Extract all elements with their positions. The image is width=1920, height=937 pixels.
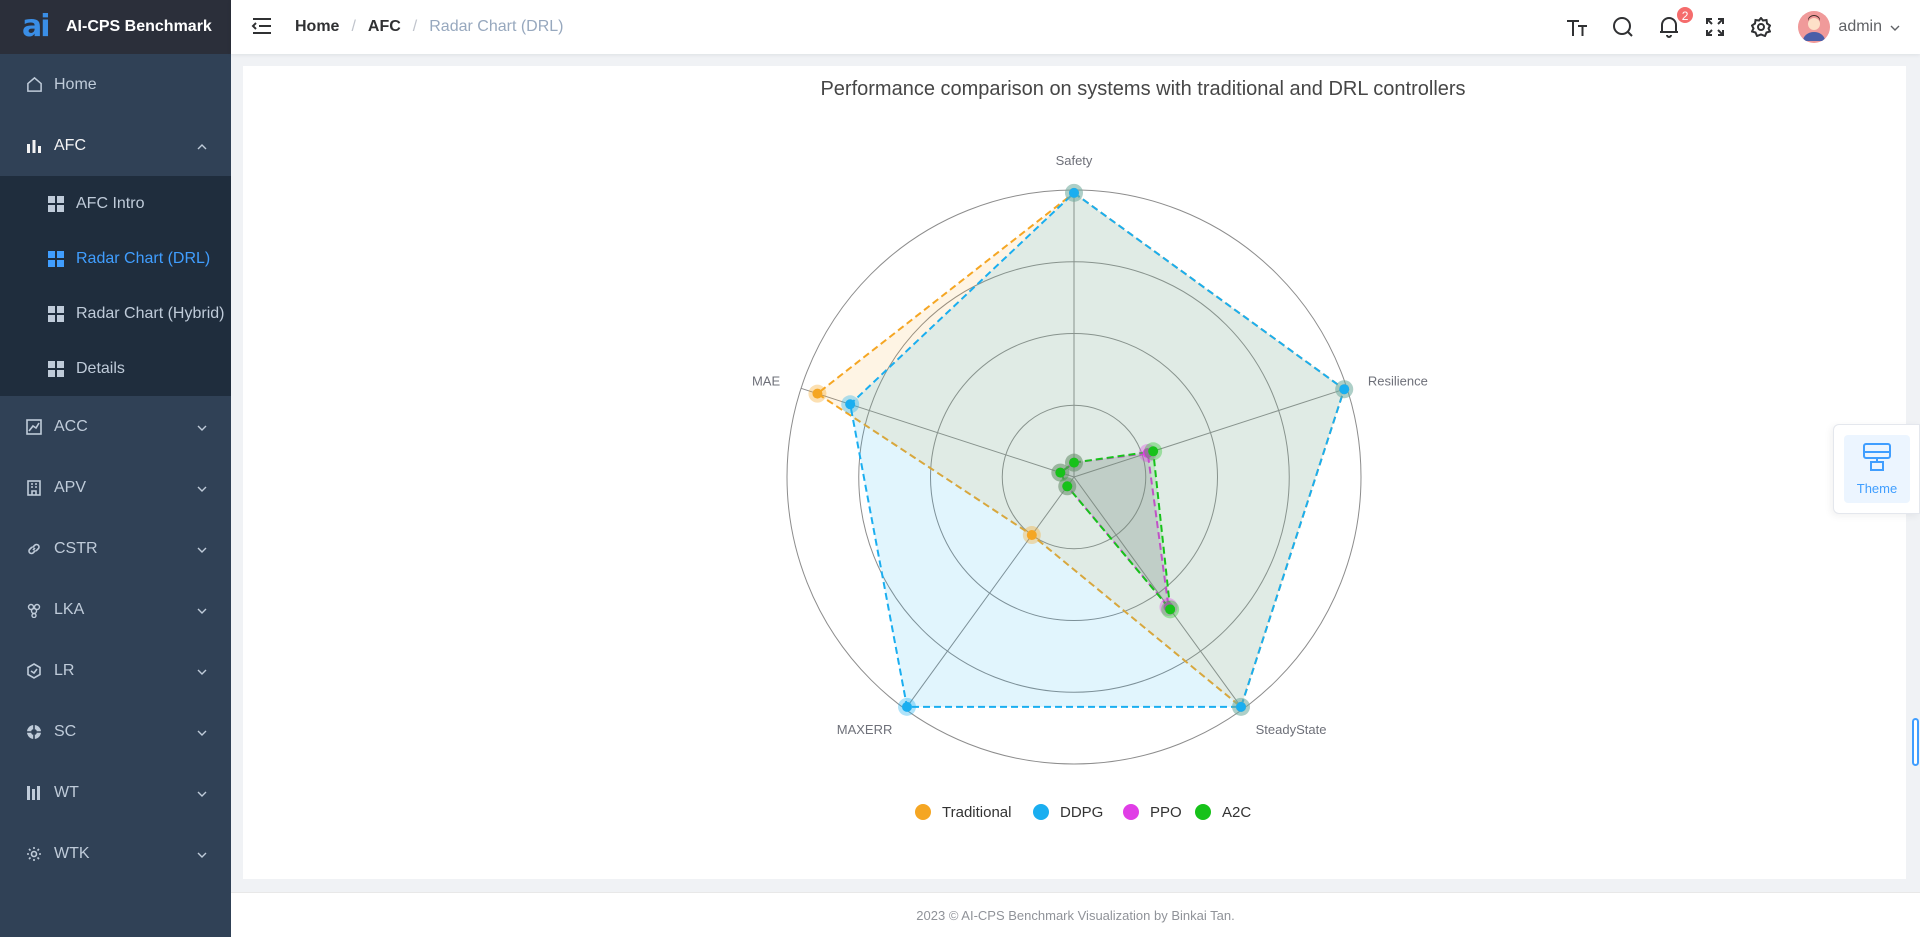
chart-legend: Traditional DDPG PPO A2C <box>915 804 1251 821</box>
radar-series <box>815 191 1346 709</box>
indicator-label: MAXERR <box>837 722 893 737</box>
scrollbar-thumb[interactable] <box>1912 718 1919 766</box>
data-point[interactable] <box>1062 481 1073 492</box>
theme-button-label: Theme <box>1856 481 1898 496</box>
data-point[interactable] <box>1026 530 1037 541</box>
indicator-label: Resilience <box>1368 374 1428 389</box>
legend-item-traditional[interactable]: Traditional <box>915 804 1011 821</box>
indicator-label: Safety <box>1056 153 1093 168</box>
legend-marker <box>1033 804 1049 820</box>
data-point[interactable] <box>1148 446 1159 457</box>
chart-title: Performance comparison on systems with t… <box>820 78 1465 100</box>
legend-label: PPO <box>1150 804 1182 821</box>
legend-label: Traditional <box>942 804 1011 821</box>
data-point[interactable] <box>812 388 823 399</box>
data-point[interactable] <box>1165 604 1176 615</box>
legend-marker <box>915 804 931 820</box>
data-point[interactable] <box>845 399 856 410</box>
legend-marker <box>1123 804 1139 820</box>
legend-marker <box>1195 804 1211 820</box>
data-point[interactable] <box>901 701 912 712</box>
indicator-label: SteadyState <box>1256 722 1327 737</box>
theme-panel: Theme <box>1833 424 1920 514</box>
series-area-ddpg <box>849 191 1346 708</box>
data-point[interactable] <box>1069 457 1079 468</box>
legend-item-a2c[interactable]: A2C <box>1195 804 1251 821</box>
theme-button[interactable]: Theme <box>1844 435 1910 503</box>
radar-chart: Performance comparison on systems with t… <box>752 78 1466 821</box>
legend-item-ppo[interactable]: PPO <box>1123 804 1182 821</box>
legend-label: A2C <box>1222 804 1251 821</box>
palette-icon <box>1861 442 1893 477</box>
indicator-label: MAE <box>752 374 781 389</box>
footer: 2023 © AI-CPS Benchmark Visualization by… <box>231 892 1920 937</box>
legend-label: DDPG <box>1060 804 1103 821</box>
data-point[interactable] <box>1055 467 1066 478</box>
legend-item-ddpg[interactable]: DDPG <box>1033 804 1103 821</box>
data-point[interactable] <box>1069 187 1079 198</box>
data-point[interactable] <box>1339 384 1350 395</box>
data-point[interactable] <box>1236 701 1247 712</box>
